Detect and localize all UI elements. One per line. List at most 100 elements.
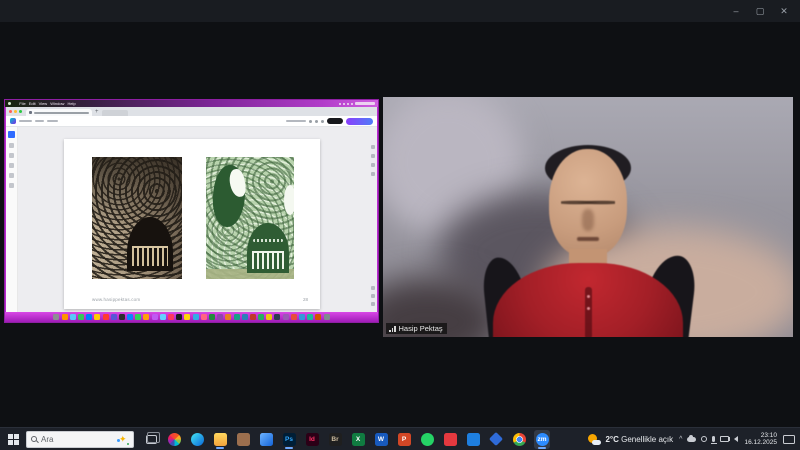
taskbar-app-icon[interactable] [258, 430, 274, 449]
taskbar-app-icon[interactable]: Ps [281, 430, 297, 449]
mac-menu-item[interactable]: File [19, 102, 25, 106]
microphone-icon[interactable] [712, 436, 715, 442]
dock-app-icon[interactable] [53, 314, 59, 320]
taskbar-app-icon[interactable]: Id [304, 430, 320, 449]
tool-icon[interactable] [9, 153, 14, 158]
security-icon[interactable] [701, 436, 707, 442]
fullscreen-traffic-icon[interactable] [19, 110, 22, 113]
toolbar-menu-bar[interactable] [19, 120, 32, 122]
share-design-button[interactable] [346, 118, 373, 125]
dock-app-icon[interactable] [135, 314, 141, 320]
dock-app-icon[interactable] [234, 314, 240, 320]
tool-icon[interactable] [9, 173, 14, 178]
taskbar-app-icon[interactable]: Br [327, 430, 343, 449]
show-hidden-icons-chevron[interactable]: ^ [679, 436, 682, 443]
tool-icon[interactable] [9, 183, 14, 188]
toolbar-menu-bar[interactable] [35, 120, 44, 122]
canvas-icon[interactable] [371, 145, 375, 149]
touch-keyboard-icon[interactable] [783, 435, 795, 444]
browser-tab-active[interactable] [26, 109, 92, 116]
minimize-traffic-icon[interactable] [14, 110, 17, 113]
canvas-icon[interactable] [371, 302, 375, 306]
dock-app-icon[interactable] [209, 314, 215, 320]
mac-dock[interactable] [5, 312, 378, 322]
close-traffic-icon[interactable] [9, 110, 12, 113]
dock-app-icon[interactable] [283, 314, 289, 320]
maximize-button[interactable]: ▢ [750, 2, 770, 20]
mac-menu-item[interactable]: Window [50, 102, 64, 106]
close-button[interactable]: ✕ [774, 2, 794, 20]
taskbar-search-input[interactable]: Ara ✦ [26, 431, 134, 448]
taskbar-app-icon[interactable] [143, 430, 159, 449]
toolbar-icon[interactable] [321, 120, 324, 123]
tool-icon[interactable] [9, 143, 14, 148]
select-tool-icon[interactable] [8, 131, 15, 138]
toolbar-menu-bar[interactable] [47, 120, 58, 122]
dock-app-icon[interactable] [78, 314, 84, 320]
taskbar-app-icon[interactable] [235, 430, 251, 449]
dock-app-icon[interactable] [111, 314, 117, 320]
dock-app-icon[interactable] [176, 314, 182, 320]
toolbar-icon[interactable] [315, 120, 318, 123]
participant-video[interactable]: Hasip Pektaş [383, 97, 793, 337]
dock-app-icon[interactable] [324, 314, 330, 320]
dock-app-icon[interactable] [201, 314, 207, 320]
dock-app-icon[interactable] [86, 314, 92, 320]
canvas-icon[interactable] [371, 154, 375, 158]
dock-app-icon[interactable] [143, 314, 149, 320]
speaker-icon[interactable] [734, 436, 738, 442]
dock-app-icon[interactable] [299, 314, 305, 320]
taskbar-app-icon[interactable] [212, 430, 228, 449]
dock-app-icon[interactable] [160, 314, 166, 320]
page-spread[interactable]: www.hasippektas.com 28 [64, 139, 320, 309]
toolbar-icon[interactable] [309, 120, 312, 123]
zoom-level-control[interactable] [286, 120, 306, 122]
dock-app-icon[interactable] [266, 314, 272, 320]
canvas-icon[interactable] [371, 286, 375, 290]
tool-icon[interactable] [9, 163, 14, 168]
taskbar-clock[interactable]: 23:10 16.12.2025 [744, 432, 777, 447]
cave-photo-image[interactable] [92, 157, 182, 279]
dock-app-icon[interactable] [62, 314, 68, 320]
minimize-button[interactable]: – [726, 2, 746, 20]
canvas-icon[interactable] [371, 163, 375, 167]
dock-app-icon[interactable] [70, 314, 76, 320]
taskbar-app-icon[interactable]: X [350, 430, 366, 449]
canvas-icon[interactable] [371, 172, 375, 176]
new-tab-button[interactable]: + [95, 109, 99, 116]
mac-menu-item[interactable]: View [39, 102, 48, 106]
mac-menu-item[interactable]: Edit [29, 102, 36, 106]
taskbar-app-icon[interactable] [166, 430, 182, 449]
taskbar-app-icon[interactable] [442, 430, 458, 449]
dock-app-icon[interactable] [119, 314, 125, 320]
dock-app-icon[interactable] [258, 314, 264, 320]
exlibris-artwork-image[interactable] [206, 157, 294, 279]
dock-app-icon[interactable] [250, 314, 256, 320]
dock-app-icon[interactable] [152, 314, 158, 320]
taskbar-app-icon[interactable] [465, 430, 481, 449]
taskbar-app-icon[interactable] [419, 430, 435, 449]
dock-app-icon[interactable] [193, 314, 199, 320]
dock-app-icon[interactable] [291, 314, 297, 320]
taskbar-app-icon[interactable] [511, 430, 527, 449]
dock-app-icon[interactable] [168, 314, 174, 320]
dock-app-icon[interactable] [315, 314, 321, 320]
design-app-logo-icon[interactable] [10, 118, 16, 124]
taskbar-app-icon[interactable] [488, 430, 504, 449]
design-canvas[interactable]: www.hasippektas.com 28 [18, 127, 377, 312]
start-button[interactable] [0, 428, 26, 450]
dock-app-icon[interactable] [127, 314, 133, 320]
taskbar-app-icon[interactable]: W [373, 430, 389, 449]
dock-app-icon[interactable] [103, 314, 109, 320]
dock-app-icon[interactable] [274, 314, 280, 320]
dock-app-icon[interactable] [225, 314, 231, 320]
taskbar-app-icon[interactable]: P [396, 430, 412, 449]
taskbar-app-icon[interactable]: zm [534, 430, 550, 449]
dock-app-icon[interactable] [184, 314, 190, 320]
dock-app-icon[interactable] [217, 314, 223, 320]
mac-menu-item[interactable]: Help [67, 102, 75, 106]
weather-widget[interactable]: 2°C Genellikle açık [588, 433, 673, 446]
dock-app-icon[interactable] [94, 314, 100, 320]
present-button[interactable] [327, 118, 343, 124]
onedrive-icon[interactable] [687, 437, 696, 442]
